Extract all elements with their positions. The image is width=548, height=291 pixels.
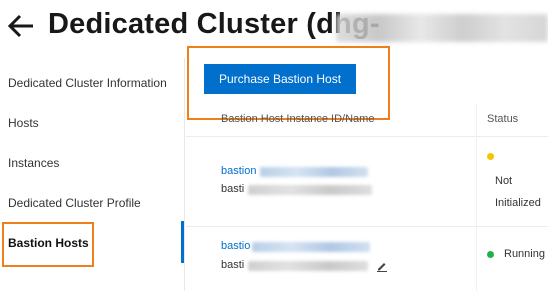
- active-indicator: [181, 221, 184, 263]
- redacted-instance-id: [252, 242, 370, 252]
- highlight-box-purchase: [187, 46, 390, 120]
- instance-name: basti: [221, 259, 245, 271]
- redacted-instance-name: [248, 261, 368, 271]
- edit-icon[interactable]: [376, 260, 388, 272]
- redacted-instance-id: [260, 167, 368, 177]
- page-title: Dedicated Cluster (dhg-: [48, 8, 380, 40]
- sidebar-item-hosts[interactable]: Hosts: [8, 116, 39, 130]
- instance-id-link[interactable]: bastion: [221, 165, 256, 177]
- column-divider: [476, 104, 477, 291]
- column-header-status: Status: [487, 113, 519, 125]
- sidebar-item-dedicated-cluster-information[interactable]: Dedicated Cluster Information: [8, 76, 167, 90]
- sidebar-divider: [184, 58, 185, 291]
- status-text-line2: Initialized: [495, 197, 541, 209]
- sidebar-item-instances[interactable]: Instances: [8, 156, 59, 170]
- status-text-line1: Not: [495, 175, 513, 187]
- redacted-cluster-id: [336, 14, 548, 42]
- sidebar-item-dedicated-cluster-profile[interactable]: Dedicated Cluster Profile: [8, 196, 141, 210]
- status-text: Running: [504, 248, 545, 260]
- table-row-divider: [186, 226, 548, 227]
- arrow-left-icon[interactable]: [6, 14, 36, 38]
- instance-id-link[interactable]: bastio: [221, 240, 250, 252]
- column-header-instance-id: Bastion Host Instance ID/Name: [221, 113, 375, 125]
- status-dot-icon: [487, 153, 494, 160]
- redacted-instance-name: [248, 185, 372, 195]
- instance-name: basti: [221, 183, 245, 195]
- status-dot-icon: [487, 251, 494, 258]
- page-header: Dedicated Cluster (dhg-: [0, 0, 548, 52]
- highlight-box-sidebar: [2, 222, 94, 267]
- table-header-divider: [186, 136, 548, 137]
